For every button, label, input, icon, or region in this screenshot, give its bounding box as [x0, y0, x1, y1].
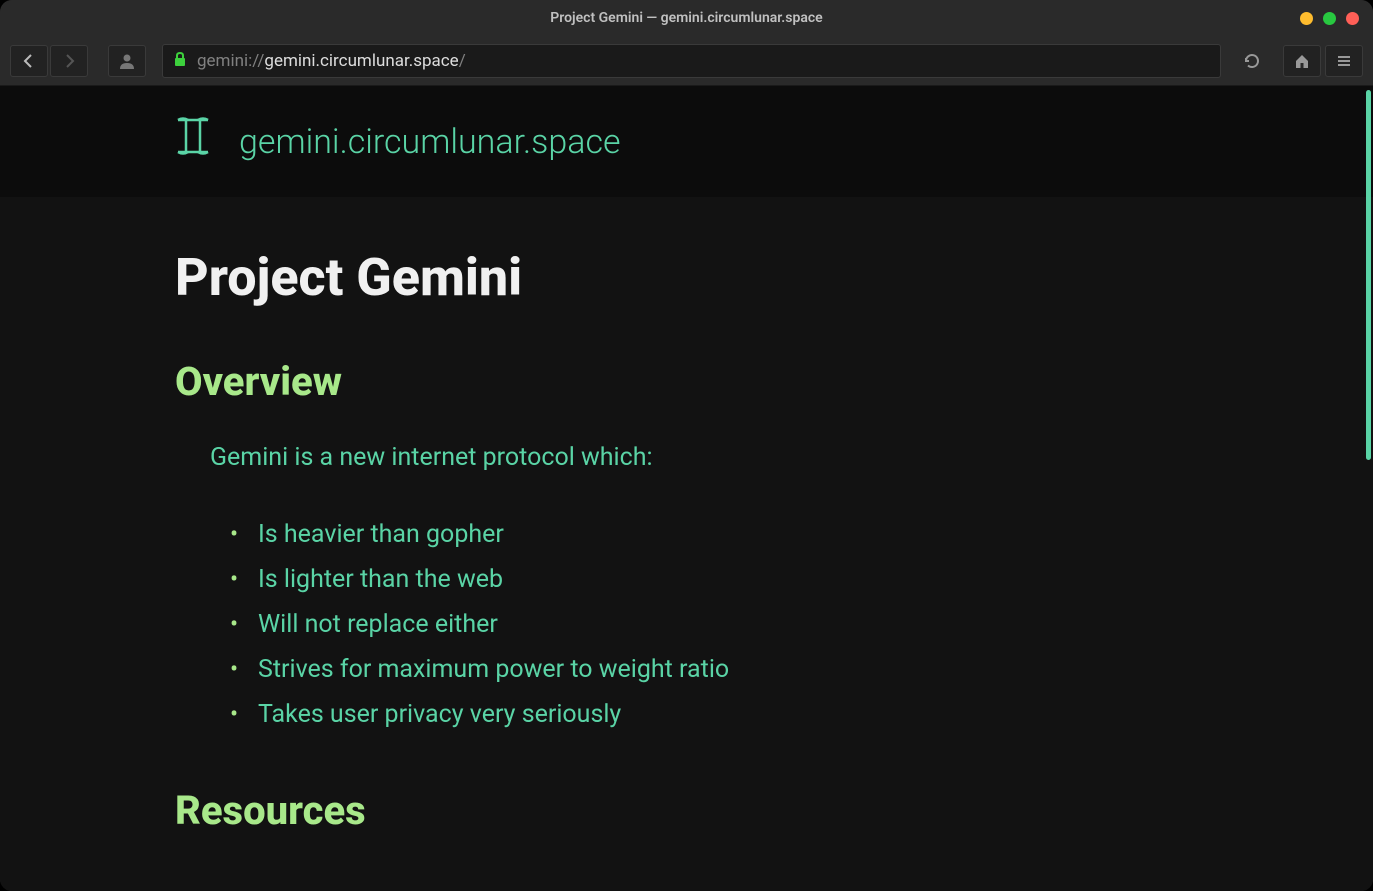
list-item: Is lighter than the web [230, 557, 1373, 602]
titlebar: Project Gemini — gemini.circumlunar.spac… [0, 0, 1373, 36]
arrow-left-icon [21, 53, 37, 69]
site-hostname: gemini.circumlunar.space [239, 122, 621, 162]
page-header: gemini.circumlunar.space [0, 86, 1373, 197]
page-body: Project Gemini Overview Gemini is a new … [0, 197, 1373, 834]
toolbar-right [1283, 45, 1363, 77]
home-button[interactable] [1283, 45, 1321, 77]
arrow-right-icon [61, 53, 77, 69]
page-title: Project Gemini [175, 247, 1373, 308]
forward-button[interactable] [50, 45, 88, 77]
person-icon [118, 52, 136, 70]
reload-icon [1243, 52, 1261, 70]
url-path: / [459, 51, 466, 71]
toolbar: gemini://gemini.circumlunar.space/ [0, 36, 1373, 86]
url-bar[interactable]: gemini://gemini.circumlunar.space/ [162, 44, 1221, 78]
close-button[interactable] [1346, 12, 1359, 25]
overview-heading: Overview [175, 358, 1373, 405]
list-item: Will not replace either [230, 602, 1373, 647]
scrollbar[interactable] [1367, 86, 1373, 891]
list-item: Is heavier than gopher [230, 512, 1373, 557]
nav-buttons [10, 45, 88, 77]
content-area[interactable]: gemini.circumlunar.space Project Gemini … [0, 86, 1373, 891]
minimize-button[interactable] [1300, 12, 1313, 25]
list-item: Strives for maximum power to weight rati… [230, 647, 1373, 692]
url-scheme: gemini:// [197, 51, 264, 71]
maximize-button[interactable] [1323, 12, 1336, 25]
hamburger-icon [1336, 53, 1352, 69]
traffic-lights [1300, 12, 1359, 25]
scrollbar-thumb[interactable] [1366, 90, 1371, 460]
home-icon [1294, 53, 1310, 69]
profile-button[interactable] [108, 45, 146, 77]
gemini-icon [175, 114, 211, 169]
overview-intro: Gemini is a new internet protocol which: [210, 443, 1373, 472]
overview-bullets: Is heavier than gopher Is lighter than t… [230, 512, 1373, 737]
reload-button[interactable] [1233, 45, 1271, 77]
url-host: gemini.circumlunar.space [264, 51, 458, 71]
list-item: Takes user privacy very seriously [230, 692, 1373, 737]
menu-button[interactable] [1325, 45, 1363, 77]
url-text: gemini://gemini.circumlunar.space/ [197, 51, 466, 71]
lock-icon [173, 51, 187, 71]
window-title: Project Gemini — gemini.circumlunar.spac… [550, 10, 822, 26]
back-button[interactable] [10, 45, 48, 77]
resources-heading: Resources [175, 787, 1373, 834]
browser-window: Project Gemini — gemini.circumlunar.spac… [0, 0, 1373, 891]
